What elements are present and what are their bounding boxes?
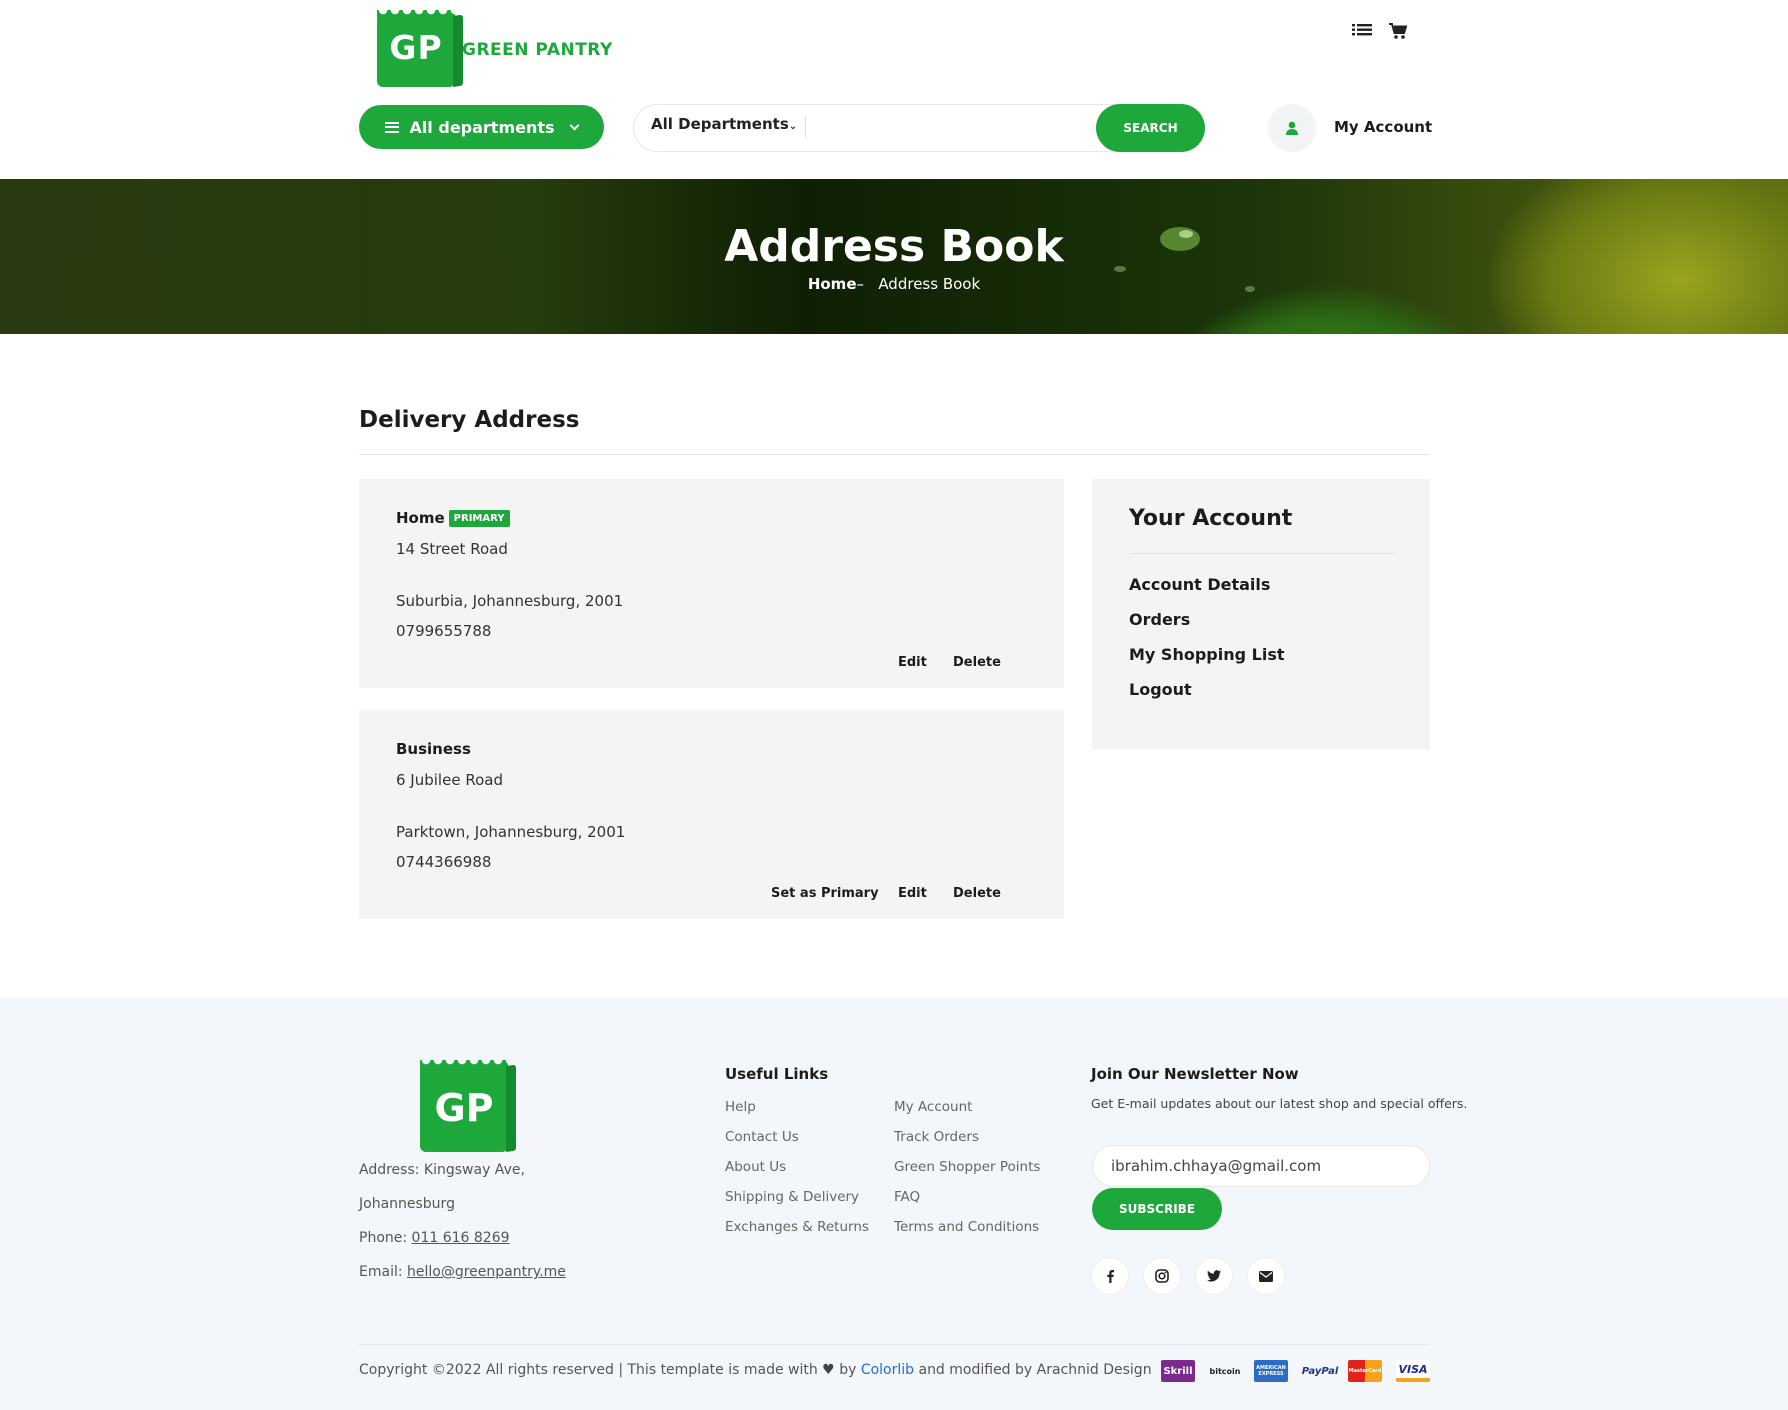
footer-link-shipping[interactable]: Shipping & Delivery xyxy=(725,1189,859,1205)
subscribe-button[interactable]: SUBSCRIBE xyxy=(1092,1188,1222,1230)
address-line2: Parktown, Johannesburg, 2001 xyxy=(396,823,626,841)
useful-links-title: Useful Links xyxy=(725,1065,829,1083)
breadcrumb: Home– Address Book xyxy=(0,275,1788,293)
account-details-link[interactable]: Account Details xyxy=(1129,575,1270,594)
colorlib-link[interactable]: Colorlib xyxy=(861,1362,914,1378)
newsletter-title: Join Our Newsletter Now xyxy=(1091,1065,1299,1083)
phone-link[interactable]: 011 616 8269 xyxy=(412,1230,510,1246)
user-icon[interactable] xyxy=(1268,104,1316,152)
footer-link-exchanges[interactable]: Exchanges & Returns xyxy=(725,1219,869,1235)
heart-icon: ♥ xyxy=(822,1362,835,1378)
facebook-icon[interactable] xyxy=(1091,1257,1129,1295)
divider xyxy=(359,1344,1430,1345)
footer-link-track-orders[interactable]: Track Orders xyxy=(894,1129,979,1145)
twitter-icon[interactable] xyxy=(1195,1257,1233,1295)
footer-address-line2: Johannesburg xyxy=(359,1196,455,1212)
visa-payment-icon: VISA xyxy=(1396,1360,1430,1382)
chevron-down-icon xyxy=(569,120,579,130)
address-line2: Suburbia, Johannesburg, 2001 xyxy=(396,592,624,610)
account-panel-title: Your Account xyxy=(1129,506,1293,531)
my-account-link[interactable]: My Account xyxy=(1334,118,1432,136)
logo-letters: GP xyxy=(389,28,443,67)
orders-link[interactable]: Orders xyxy=(1129,610,1190,629)
email-link[interactable]: hello@greenpantry.me xyxy=(407,1264,566,1280)
instagram-icon[interactable] xyxy=(1143,1257,1181,1295)
edit-button[interactable]: Edit xyxy=(898,655,927,670)
newsletter-description: Get E-mail updates about our latest shop… xyxy=(1091,1096,1468,1111)
delete-button[interactable]: Delete xyxy=(953,886,1001,901)
address-phone: 0744366988 xyxy=(396,853,492,871)
breadcrumb-separator: – xyxy=(856,275,865,293)
address-line1: 14 Street Road xyxy=(396,540,508,558)
breadcrumb-home[interactable]: Home xyxy=(808,275,857,293)
footer-link-terms[interactable]: Terms and Conditions xyxy=(894,1219,1039,1235)
divider xyxy=(359,454,1430,455)
address-name: Home xyxy=(396,509,445,527)
amex-payment-icon: AMERICAN EXPRESS xyxy=(1254,1360,1288,1382)
search-input[interactable] xyxy=(812,110,1092,144)
copyright-text: Copyright ©2022 All rights reserved | Th… xyxy=(359,1362,1152,1378)
footer-link-contact[interactable]: Contact Us xyxy=(725,1129,799,1145)
address-line1: 6 Jubilee Road xyxy=(396,771,503,789)
divider xyxy=(1129,553,1393,554)
envelope-icon[interactable] xyxy=(1247,1257,1285,1295)
logout-link[interactable]: Logout xyxy=(1129,680,1192,699)
search-divider xyxy=(805,116,806,138)
breadcrumb-current: Address Book xyxy=(878,275,981,293)
address-name: Business xyxy=(396,740,471,758)
footer-link-faq[interactable]: FAQ xyxy=(894,1189,920,1205)
delete-button[interactable]: Delete xyxy=(953,655,1001,670)
footer-link-my-account[interactable]: My Account xyxy=(894,1099,972,1115)
paypal-payment-icon: PayPal xyxy=(1301,1365,1339,1377)
list-icon[interactable] xyxy=(1352,23,1372,39)
search-department-select[interactable]: All Departments⌄ xyxy=(651,115,797,133)
footer-logo-letters: GP xyxy=(434,1086,494,1130)
cart-icon[interactable] xyxy=(1389,23,1408,40)
address-title: Home PRIMARY xyxy=(396,509,510,527)
bitcoin-payment-icon: bitcoin xyxy=(1209,1366,1241,1376)
footer-address-line1: Address: Kingsway Ave, xyxy=(359,1162,525,1178)
newsletter-email-input[interactable] xyxy=(1092,1145,1430,1187)
footer-phone: Phone: 011 616 8269 xyxy=(359,1230,510,1246)
footer-link-points[interactable]: Green Shopper Points xyxy=(894,1159,1040,1175)
footer-link-help[interactable]: Help xyxy=(725,1099,756,1115)
skrill-payment-icon: Skrill xyxy=(1161,1360,1195,1382)
footer-email: Email: hello@greenpantry.me xyxy=(359,1264,566,1280)
edit-button[interactable]: Edit xyxy=(898,886,927,901)
address-phone: 0799655788 xyxy=(396,622,492,640)
mastercard-payment-icon: MasterCard xyxy=(1348,1360,1382,1382)
all-departments-label: All departments xyxy=(409,117,555,137)
primary-badge: PRIMARY xyxy=(448,509,510,527)
page-title: Address Book xyxy=(724,221,1064,272)
section-title: Delivery Address xyxy=(359,407,580,433)
set-primary-button[interactable]: Set as Primary xyxy=(771,886,879,901)
shopping-list-link[interactable]: My Shopping List xyxy=(1129,645,1284,664)
brand-name[interactable]: GREEN PANTRY xyxy=(462,40,613,60)
search-button[interactable]: SEARCH xyxy=(1096,104,1205,152)
footer-link-about[interactable]: About Us xyxy=(725,1159,786,1175)
hamburger-icon xyxy=(385,121,400,133)
all-departments-button[interactable]: All departments xyxy=(359,105,604,149)
